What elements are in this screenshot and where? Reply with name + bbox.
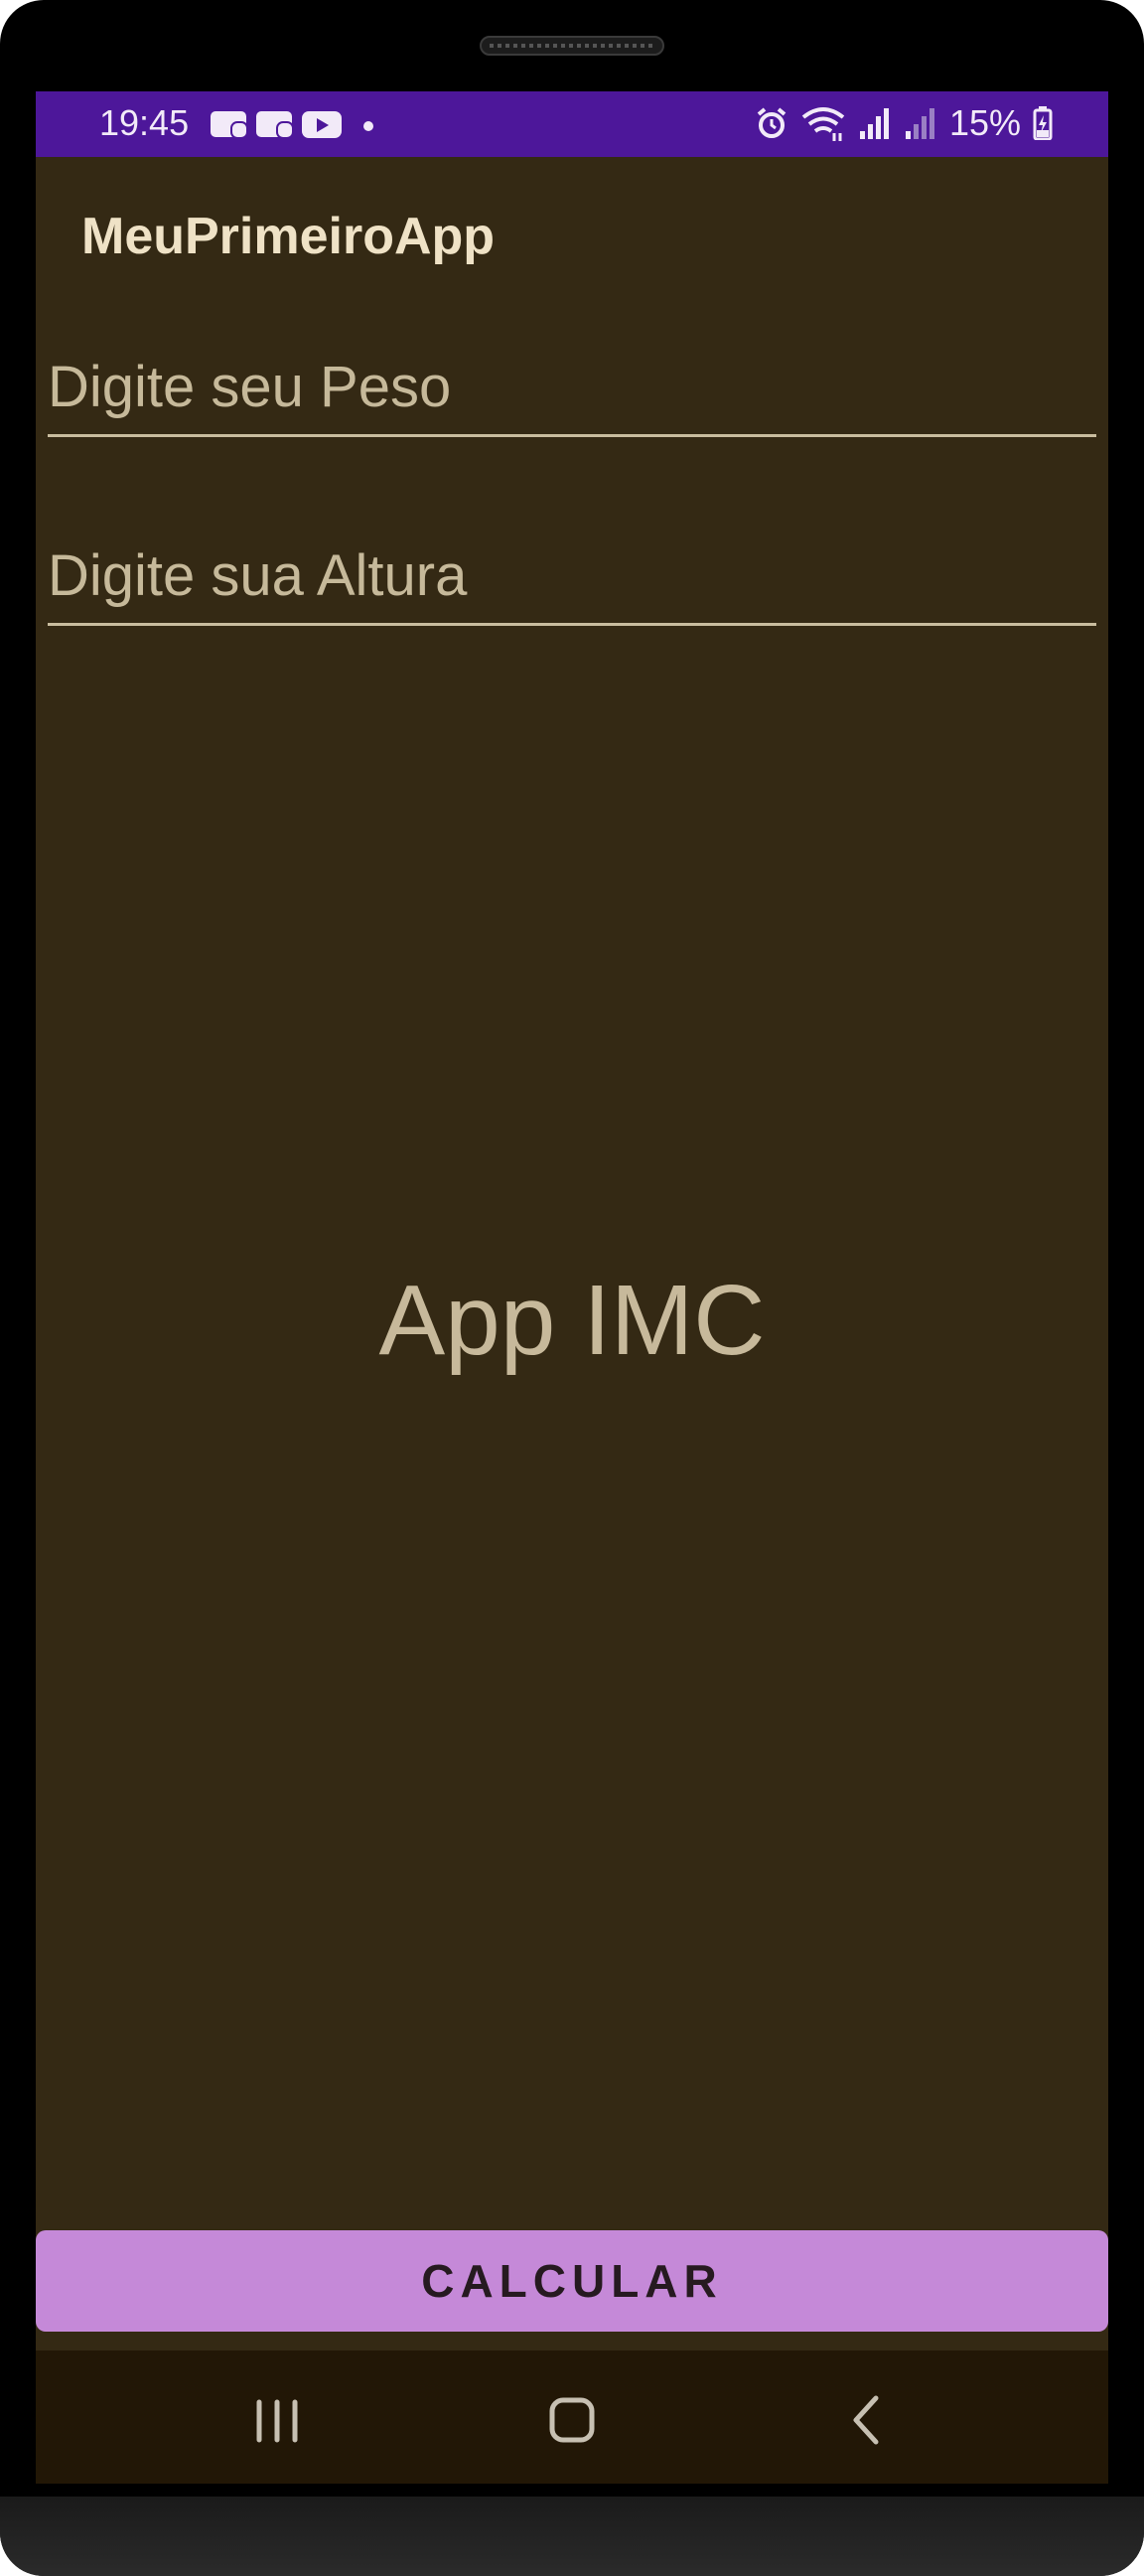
- app-bar: MeuPrimeiroApp: [36, 157, 1108, 316]
- device-bottom-edge: [0, 2497, 1144, 2576]
- back-button[interactable]: [798, 2374, 937, 2464]
- back-icon: [853, 2395, 879, 2445]
- status-bar: 19:45 15%: [36, 91, 1108, 157]
- voicemail-1-icon: [211, 111, 248, 139]
- app-title: MeuPrimeiroApp: [81, 208, 496, 265]
- status-right-group: 15%: [755, 102, 1053, 144]
- wifi-icon: [801, 107, 845, 141]
- alarm-icon: [757, 107, 786, 138]
- calcular-button[interactable]: CALCULAR: [36, 2230, 1108, 2332]
- notification-dot-icon: [363, 121, 373, 131]
- home-button[interactable]: [502, 2374, 642, 2464]
- app-screen: 19:45 15% MeuPrimeiroApp Digite seu Peso…: [36, 91, 1108, 2484]
- signal-sim1-icon: [859, 108, 889, 139]
- youtube-icon: [302, 111, 342, 138]
- altura-field[interactable]: [48, 517, 1096, 626]
- result-text: App IMC: [378, 1265, 766, 1376]
- recent-apps-icon: [256, 2399, 298, 2443]
- earpiece-speaker: [480, 36, 664, 56]
- navigation-bar: [36, 2350, 1108, 2484]
- peso-field[interactable]: [48, 328, 1096, 437]
- peso-input[interactable]: [48, 354, 1080, 420]
- altura-input[interactable]: [48, 542, 1080, 609]
- home-icon: [549, 2397, 595, 2443]
- signal-sim2-icon: [905, 108, 934, 139]
- status-time: 19:45: [99, 102, 190, 143]
- voicemail-2-icon: [256, 111, 294, 139]
- recent-apps-button[interactable]: [209, 2374, 348, 2464]
- battery-percent: 15%: [948, 102, 1021, 143]
- device-frame: 19:45 15% MeuPrimeiroApp Digite seu Peso…: [0, 0, 1144, 2576]
- battery-charging-icon: [1033, 106, 1053, 140]
